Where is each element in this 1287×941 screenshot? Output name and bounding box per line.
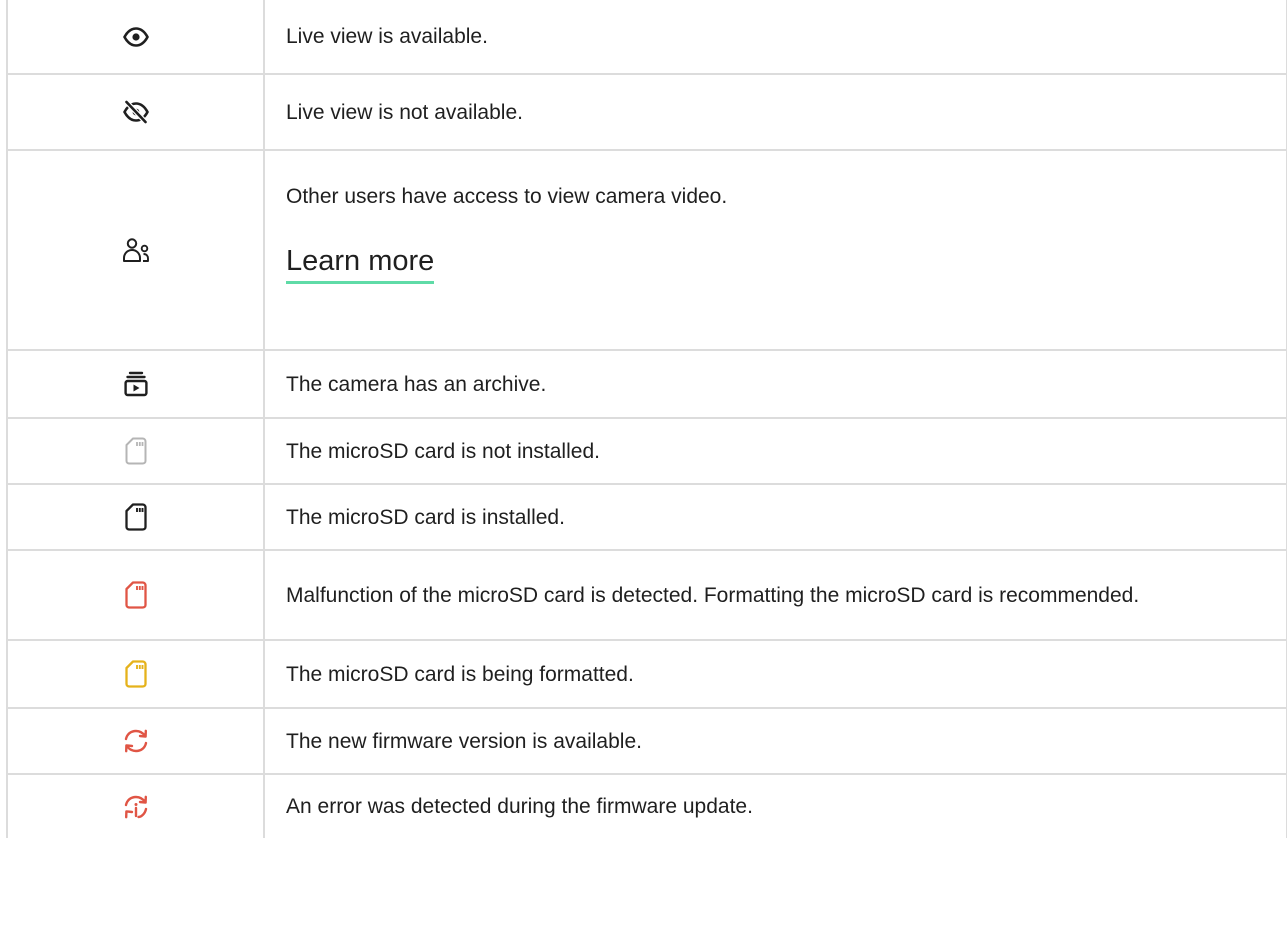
row-description: The microSD card is being formatted. bbox=[286, 662, 634, 686]
microsd-card-icon bbox=[124, 581, 147, 609]
row-description: The microSD card is installed. bbox=[286, 505, 565, 529]
row-description: Live view is available. bbox=[286, 25, 488, 48]
table-row: The microSD card is not installed. bbox=[6, 417, 1287, 485]
table-row: The microSD card is installed. bbox=[6, 483, 1287, 551]
microsd-card-icon bbox=[124, 660, 147, 688]
icon-cell bbox=[6, 707, 265, 775]
users-icon bbox=[122, 238, 149, 262]
table-row: An error was detected during the firmwar… bbox=[6, 773, 1287, 838]
row-description: An error was detected during the firmwar… bbox=[286, 795, 753, 818]
description-cell: The microSD card is being formatted. bbox=[263, 639, 1287, 709]
description-cell: The camera has an archive. bbox=[263, 349, 1287, 419]
row-description: The new firmware version is available. bbox=[286, 729, 642, 753]
table-row: Other users have access to view camera v… bbox=[6, 149, 1287, 351]
icon-cell bbox=[6, 773, 265, 838]
table-row: Malfunction of the microSD card is detec… bbox=[6, 549, 1287, 641]
refresh-icon bbox=[124, 729, 147, 753]
archive-play-icon bbox=[123, 371, 148, 397]
table-row: The new firmware version is available. bbox=[6, 707, 1287, 775]
learn-more-link[interactable]: Learn more bbox=[286, 243, 435, 284]
icon-cell bbox=[6, 149, 265, 351]
refresh-info-icon bbox=[124, 795, 147, 818]
icon-cell bbox=[6, 349, 265, 419]
description-cell: Malfunction of the microSD card is detec… bbox=[263, 549, 1287, 641]
row-description: Other users have access to view camera v… bbox=[286, 185, 728, 208]
row-description: The microSD card is not installed. bbox=[286, 439, 600, 463]
row-description: Live view is not available. bbox=[286, 100, 523, 124]
microsd-card-icon bbox=[125, 437, 146, 465]
description-cell: The microSD card is not installed. bbox=[263, 417, 1287, 485]
eye-off-icon bbox=[122, 100, 149, 124]
icon-cell bbox=[6, 639, 265, 709]
icon-cell bbox=[6, 483, 265, 551]
description-cell: Live view is not available. bbox=[263, 73, 1287, 151]
table-row: Live view is not available. bbox=[6, 73, 1287, 151]
description-cell: The new firmware version is available. bbox=[263, 707, 1287, 775]
table-row: The camera has an archive. bbox=[6, 349, 1287, 419]
microsd-card-icon bbox=[124, 503, 147, 531]
icon-cell bbox=[6, 549, 265, 641]
row-description: The camera has an archive. bbox=[286, 372, 547, 396]
icon-cell bbox=[6, 0, 265, 75]
description-cell: An error was detected during the firmwar… bbox=[263, 773, 1287, 838]
table-row: The microSD card is being formatted. bbox=[6, 639, 1287, 709]
description-cell: Other users have access to view camera v… bbox=[263, 149, 1287, 351]
icon-cell bbox=[6, 417, 265, 485]
description-cell: Live view is available. bbox=[263, 0, 1287, 75]
eye-icon bbox=[122, 26, 149, 47]
row-description: Malfunction of the microSD card is detec… bbox=[286, 583, 1140, 607]
icon-legend-table: Live view is available. Live view is not… bbox=[6, 0, 1287, 838]
description-cell: The microSD card is installed. bbox=[263, 483, 1287, 551]
icon-cell bbox=[6, 73, 265, 151]
table-row: Live view is available. bbox=[6, 0, 1287, 75]
